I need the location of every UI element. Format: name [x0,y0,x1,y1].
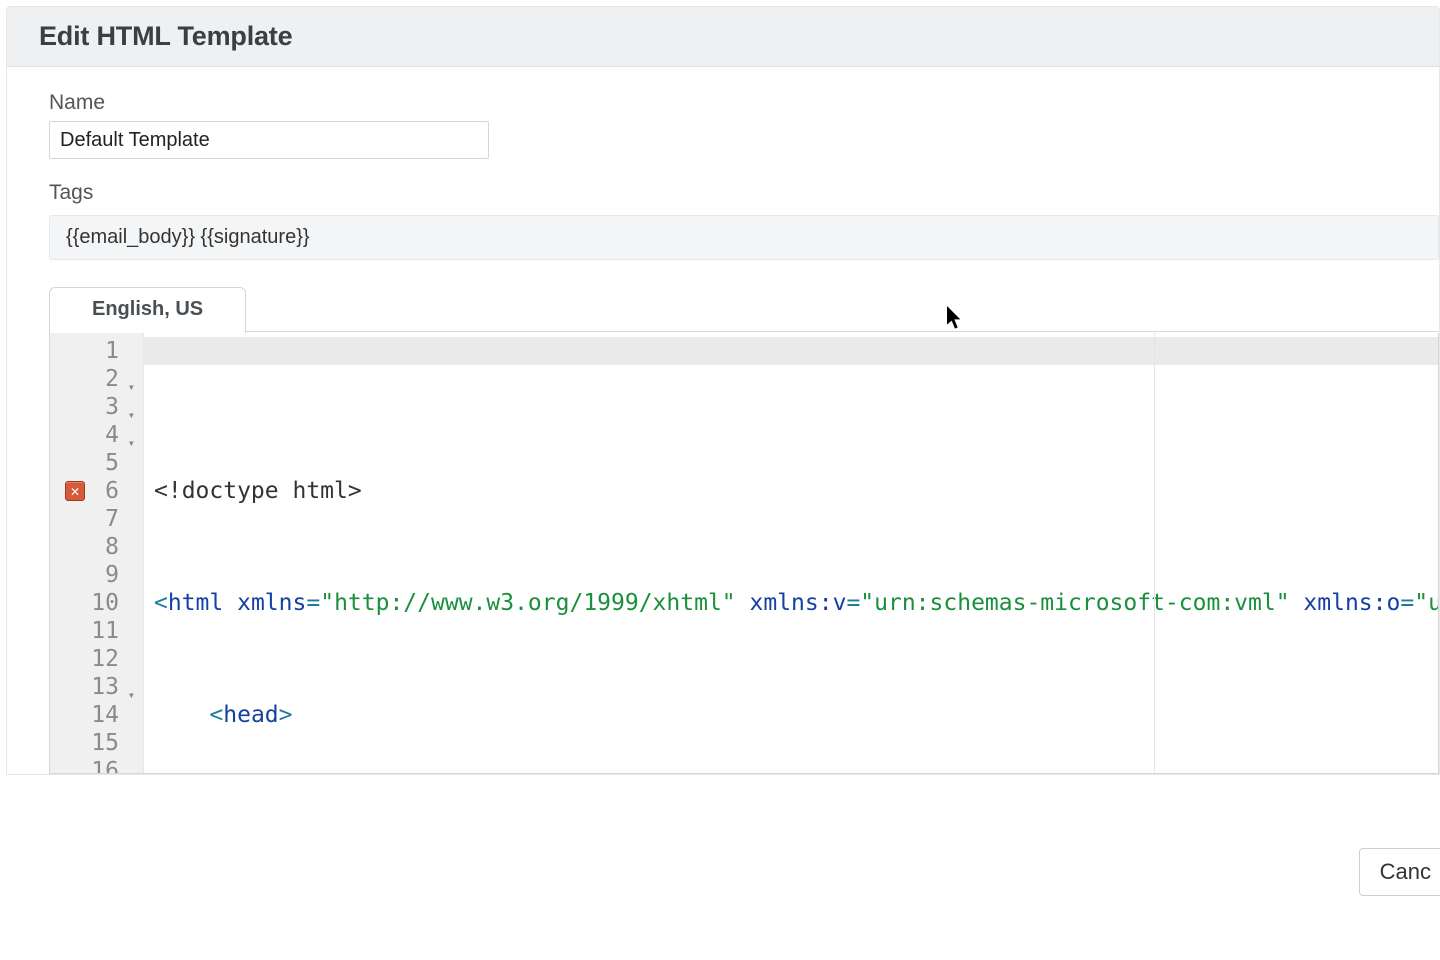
fold-icon[interactable]: ▾ [123,681,135,693]
fold-icon [123,737,135,749]
gutter-line-4: 4▾ [50,421,135,449]
cancel-button[interactable]: Canc [1359,848,1440,896]
gutter-line-10: 10 [50,589,135,617]
fold-icon [123,765,135,773]
gutter-line-11: 11 [50,617,135,645]
print-margin [1154,333,1155,773]
fold-icon [123,541,135,553]
name-label: Name [49,91,1439,115]
fold-icon [123,625,135,637]
gutter-line-1: 1 [50,337,135,365]
gutter-line-15: 15 [50,729,135,757]
gutter-line-9: 9 [50,561,135,589]
tags-display: {{email_body}} {{signature}} [49,215,1439,260]
panel-title: Edit HTML Template [39,21,1413,52]
active-line-highlight [144,337,1438,365]
gutter-line-13: 13▾ [50,673,135,701]
panel-body: Name Tags {{email_body}} {{signature}} E… [7,67,1439,774]
fold-icon [123,345,135,357]
gutter-line-3: 3▾ [50,393,135,421]
code-editor-container: 12▾3▾4▾5✕678910111213▾141516 <!doctype h… [49,333,1439,774]
fold-icon[interactable]: ▾ [123,373,135,385]
fold-icon[interactable]: ▾ [123,429,135,441]
gutter-line-16: 16 [50,757,135,773]
fold-icon [123,485,135,497]
gutter-line-12: 12 [50,645,135,673]
fold-icon [123,653,135,665]
gutter-line-5: 5 [50,449,135,477]
error-icon: ✕ [65,481,85,501]
panel-header: Edit HTML Template [7,7,1439,67]
fold-icon [123,569,135,581]
fold-icon [123,597,135,609]
fold-icon [123,457,135,469]
fold-icon [123,709,135,721]
code-editor[interactable]: 12▾3▾4▾5✕678910111213▾141516 <!doctype h… [50,333,1438,773]
edit-template-panel: Edit HTML Template Name Tags {{email_bod… [6,6,1440,775]
tags-section: Tags {{email_body}} {{signature}} [49,181,1439,260]
tab-english-us[interactable]: English, US [49,287,246,333]
code-area[interactable]: <!doctype html> <html xmlns="http://www.… [144,333,1438,773]
language-tabs: English, US 12▾3▾4▾5✕678910111213▾141516… [49,286,1439,774]
tags-label: Tags [49,181,1439,205]
dialog-footer: Canc [1359,830,1440,960]
line-gutter: 12▾3▾4▾5✕678910111213▾141516 [50,333,144,773]
gutter-line-8: 8 [50,533,135,561]
gutter-line-7: 7 [50,505,135,533]
name-input[interactable] [49,121,489,159]
gutter-line-14: 14 [50,701,135,729]
fold-icon [123,513,135,525]
fold-icon[interactable]: ▾ [123,401,135,413]
gutter-line-6: ✕6 [50,477,135,505]
gutter-line-2: 2▾ [50,365,135,393]
